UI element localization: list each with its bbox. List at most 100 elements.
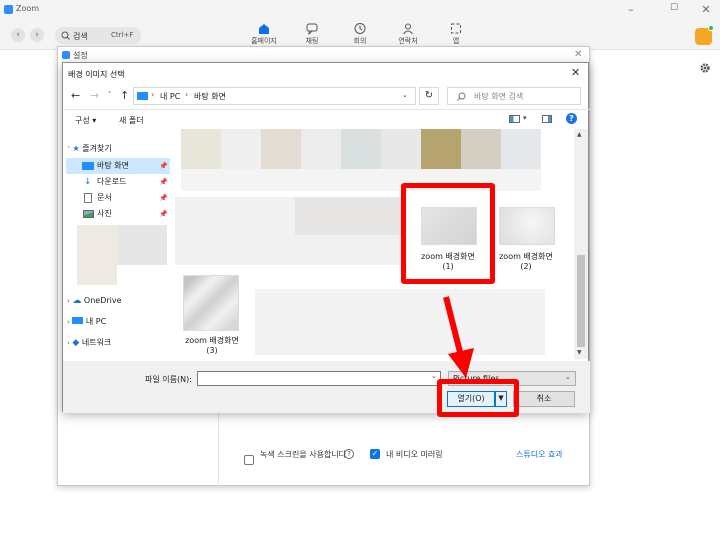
organize-label: 구성 — [75, 116, 90, 125]
sidebar-item-label: 네트워크 — [81, 338, 112, 347]
blurred-region — [77, 225, 117, 285]
file-index: (3) — [206, 346, 218, 355]
sidebar-item-desktop[interactable]: 바탕 화면 📌 — [66, 158, 170, 174]
view-options-icon[interactable] — [509, 115, 520, 123]
tab-contacts[interactable]: 연락처 — [386, 22, 430, 46]
file-item[interactable]: zoom 배경화면 (3) — [175, 273, 249, 359]
file-open-dialog: 배경 이미지 선택 ✕ ← → ˅ ↑ › 내 PC › 바탕 화면 ⌄ ↻ 바… — [62, 62, 590, 413]
quick-access-label: 즐겨찾기 — [82, 144, 112, 153]
picture-icon — [83, 210, 94, 218]
desktop-icon — [82, 162, 94, 170]
back-arrow-icon[interactable]: ← — [71, 89, 80, 102]
address-dropdown-icon[interactable]: ⌄ — [402, 91, 408, 99]
scrollbar-thumb[interactable] — [577, 255, 585, 347]
close-icon[interactable]: ✕ — [699, 3, 713, 16]
chat-icon — [306, 23, 318, 35]
tab-apps[interactable]: 앱 — [434, 22, 478, 46]
mirror-label: 내 비디오 미러링 — [386, 450, 443, 459]
sidebar-item-downloads[interactable]: ↓ 다운로드 📌 — [66, 174, 170, 190]
download-icon: ↓ — [84, 177, 92, 187]
pin-icon[interactable]: 📌 — [159, 206, 168, 222]
sidebar-divider — [218, 413, 219, 487]
forward-arrow-icon[interactable]: → — [90, 89, 99, 102]
pin-icon[interactable]: 📌 — [159, 174, 168, 190]
search-icon — [457, 92, 466, 101]
sidebar-item-onedrive[interactable]: › ☁ OneDrive — [67, 293, 171, 309]
sidebar-item-label: OneDrive — [83, 296, 122, 305]
sidebar-item-network[interactable]: › ◆ 네트워크 — [67, 335, 171, 351]
network-icon: ◆ — [72, 338, 80, 348]
zoom-logo-icon — [62, 51, 70, 59]
pin-icon[interactable]: 📌 — [159, 158, 168, 174]
file-thumbnail — [499, 207, 555, 245]
tab-chat[interactable]: 채팅 — [290, 22, 334, 46]
help-icon[interactable]: ? — [566, 113, 577, 124]
sidebar-item-this-pc[interactable]: › 내 PC — [67, 314, 171, 330]
tab-apps-label: 앱 — [452, 37, 460, 45]
back-button[interactable]: ‹ — [11, 28, 25, 42]
breadcrumb-desktop[interactable]: 바탕 화면 — [194, 91, 226, 102]
contact-icon — [403, 23, 413, 35]
search-input[interactable]: 검색 Ctrl+F — [55, 27, 141, 44]
new-folder-button[interactable]: 새 폴더 — [119, 115, 144, 126]
file-name: zoom 배경화면 — [185, 336, 239, 345]
scroll-up-icon[interactable]: ▲ — [577, 131, 582, 138]
sidebar-item-label: 사진 — [97, 209, 112, 218]
status-dot — [708, 25, 714, 31]
filename-input[interactable] — [197, 371, 441, 386]
forward-button[interactable]: › — [30, 28, 44, 42]
arrow-annotation — [443, 296, 474, 378]
search-placeholder: 검색 — [73, 32, 88, 41]
sidebar-item-label: 문서 — [97, 193, 112, 202]
file-list: zoom 배경화면 (1) zoom 배경화면 (2) zoom 배경화면 (3… — [175, 129, 571, 359]
monitor-icon — [137, 92, 148, 100]
cancel-button[interactable]: 취소 — [513, 391, 575, 407]
dialog-close-icon[interactable]: ✕ — [571, 66, 580, 79]
sidebar-item-label: 내 PC — [85, 317, 107, 326]
up-arrow-icon[interactable]: ↑ — [120, 89, 129, 102]
blurred-region — [117, 225, 167, 265]
recent-chevron-icon[interactable]: ˅ — [108, 91, 112, 99]
sidebar-item-documents[interactable]: 문서 📌 — [66, 190, 170, 206]
gear-icon[interactable] — [699, 62, 711, 74]
sidebar-item-label: 다운로드 — [97, 177, 127, 186]
chevron-down-icon: ⌄ — [565, 373, 571, 381]
breadcrumb-pc[interactable]: 내 PC — [160, 91, 180, 102]
address-bar[interactable]: › 내 PC › 바탕 화면 ⌄ — [133, 87, 416, 105]
settings-title: 설정 — [73, 51, 88, 60]
sidebar-item-pictures[interactable]: 사진 📌 — [66, 206, 170, 222]
highlight-box — [401, 183, 495, 284]
document-icon — [84, 193, 92, 203]
refresh-button[interactable]: ↻ — [419, 87, 439, 105]
help-icon[interactable]: ? — [344, 449, 354, 459]
pin-icon[interactable]: 📌 — [159, 190, 168, 206]
home-icon — [259, 24, 269, 34]
file-item[interactable]: zoom 배경화면 (2) — [487, 195, 565, 275]
scrollbar[interactable]: ▲ ▼ — [574, 129, 588, 359]
tab-home-label: 홈페이지 — [251, 37, 277, 45]
view-dropdown-icon[interactable]: ▾ — [523, 114, 527, 122]
zoom-logo-icon — [4, 5, 13, 14]
minimize-icon[interactable]: – — [624, 3, 638, 16]
green-screen-checkbox[interactable] — [244, 455, 254, 465]
file-name: zoom 배경화면 — [499, 252, 553, 261]
zoom-titlebar: Zoom – ☐ ✕ — [0, 0, 720, 20]
settings-close-icon[interactable]: ✕ — [574, 49, 582, 60]
studio-effects-link[interactable]: 스튜디오 효과 — [516, 449, 563, 460]
refresh-icon: ↻ — [424, 90, 434, 101]
app-title: Zoom — [16, 4, 40, 13]
tab-chat-label: 채팅 — [305, 37, 319, 45]
maximize-icon[interactable]: ☐ — [667, 3, 681, 13]
folder-search-input[interactable]: 바탕 화면 검색 — [447, 87, 581, 105]
mirror-checkbox[interactable]: ✓ — [370, 449, 380, 459]
highlight-box — [437, 379, 519, 417]
organize-button[interactable]: 구성 ▾ — [75, 115, 96, 126]
scroll-down-icon[interactable]: ▼ — [577, 349, 582, 356]
preview-pane-icon[interactable] — [542, 115, 552, 123]
quick-access-item[interactable]: ˅ ★ 즐겨찾기 — [67, 141, 171, 157]
clock-icon — [354, 23, 366, 34]
computer-icon — [72, 317, 84, 324]
apps-icon — [451, 23, 461, 34]
tab-meetings[interactable]: 회의 — [338, 22, 382, 46]
tab-home[interactable]: 홈페이지 — [242, 22, 286, 46]
